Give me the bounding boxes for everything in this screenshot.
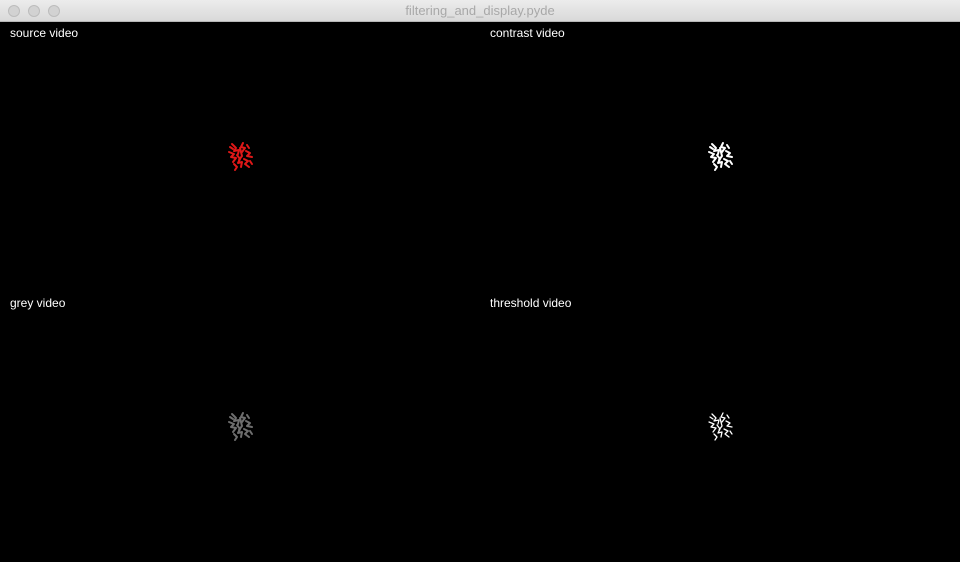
blob-stroke — [725, 150, 733, 158]
blob-stroke — [233, 163, 238, 171]
blob-stroke — [729, 160, 733, 165]
panel-label: source video — [10, 26, 79, 40]
title-bar[interactable]: filtering_and_display.pyde — [0, 0, 960, 22]
blob-stroke — [713, 433, 718, 441]
blob-stroke — [249, 160, 253, 165]
blob-stroke — [723, 428, 730, 438]
blob-stroke — [245, 150, 253, 158]
panel-label: threshold video — [490, 296, 572, 310]
blob-stroke — [726, 414, 730, 419]
blob-stroke — [246, 144, 250, 149]
blob-stroke — [246, 414, 250, 419]
video-blob — [228, 412, 253, 441]
panel-label: grey video — [10, 296, 66, 310]
blob-stroke — [228, 151, 237, 163]
window-title: filtering_and_display.pyde — [405, 3, 555, 18]
blob-stroke — [709, 146, 714, 150]
blob-stroke — [720, 412, 726, 423]
video-blob — [708, 142, 733, 171]
blob-stroke — [726, 144, 730, 149]
blob-stroke — [233, 433, 238, 441]
blob-stroke — [245, 420, 253, 428]
panel-grey-video: grey video — [0, 292, 480, 562]
blob-stroke — [229, 416, 234, 420]
panel-label: contrast video — [490, 26, 565, 40]
blob-stroke — [708, 421, 717, 433]
blob-stroke — [243, 158, 250, 168]
blob-stroke — [725, 420, 733, 428]
blob-stroke — [723, 158, 730, 168]
blob-stroke — [243, 428, 250, 438]
blob-stroke — [729, 430, 733, 435]
panel-threshold-video: threshold video — [480, 292, 960, 562]
blob-stroke — [709, 416, 714, 420]
blob-stroke — [708, 151, 717, 163]
sketch-canvas[interactable]: source video contrast video grey video t… — [0, 22, 960, 562]
video-blob — [708, 412, 733, 441]
panel-source-video: source video — [0, 22, 480, 292]
blob-stroke — [718, 147, 723, 161]
video-blob — [228, 142, 253, 171]
blob-stroke — [238, 147, 243, 161]
blob-stroke — [228, 421, 237, 433]
panel-contrast-video: contrast video — [480, 22, 960, 292]
blob-stroke — [713, 163, 718, 171]
blob-stroke — [249, 430, 253, 435]
blob-stroke — [229, 146, 234, 150]
blob-stroke — [238, 417, 243, 431]
app-window: filtering_and_display.pyde source video … — [0, 0, 960, 562]
